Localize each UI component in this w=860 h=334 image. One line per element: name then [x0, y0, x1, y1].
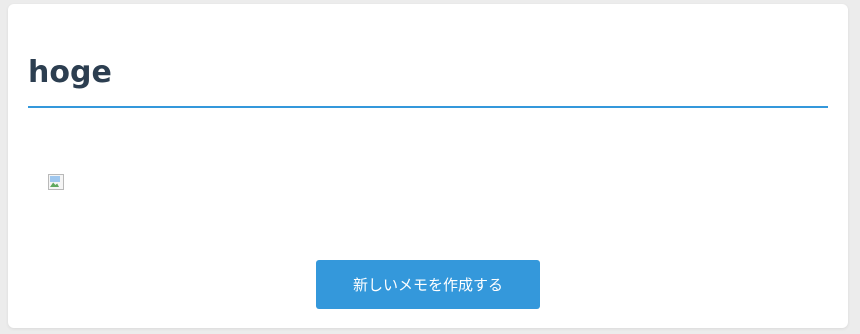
- title-divider: [28, 106, 828, 108]
- memo-card: hoge 新しいメモを作成する: [8, 4, 848, 328]
- create-memo-button[interactable]: 新しいメモを作成する: [316, 260, 540, 309]
- broken-image-icon: [48, 174, 64, 190]
- page-title: hoge: [28, 55, 112, 90]
